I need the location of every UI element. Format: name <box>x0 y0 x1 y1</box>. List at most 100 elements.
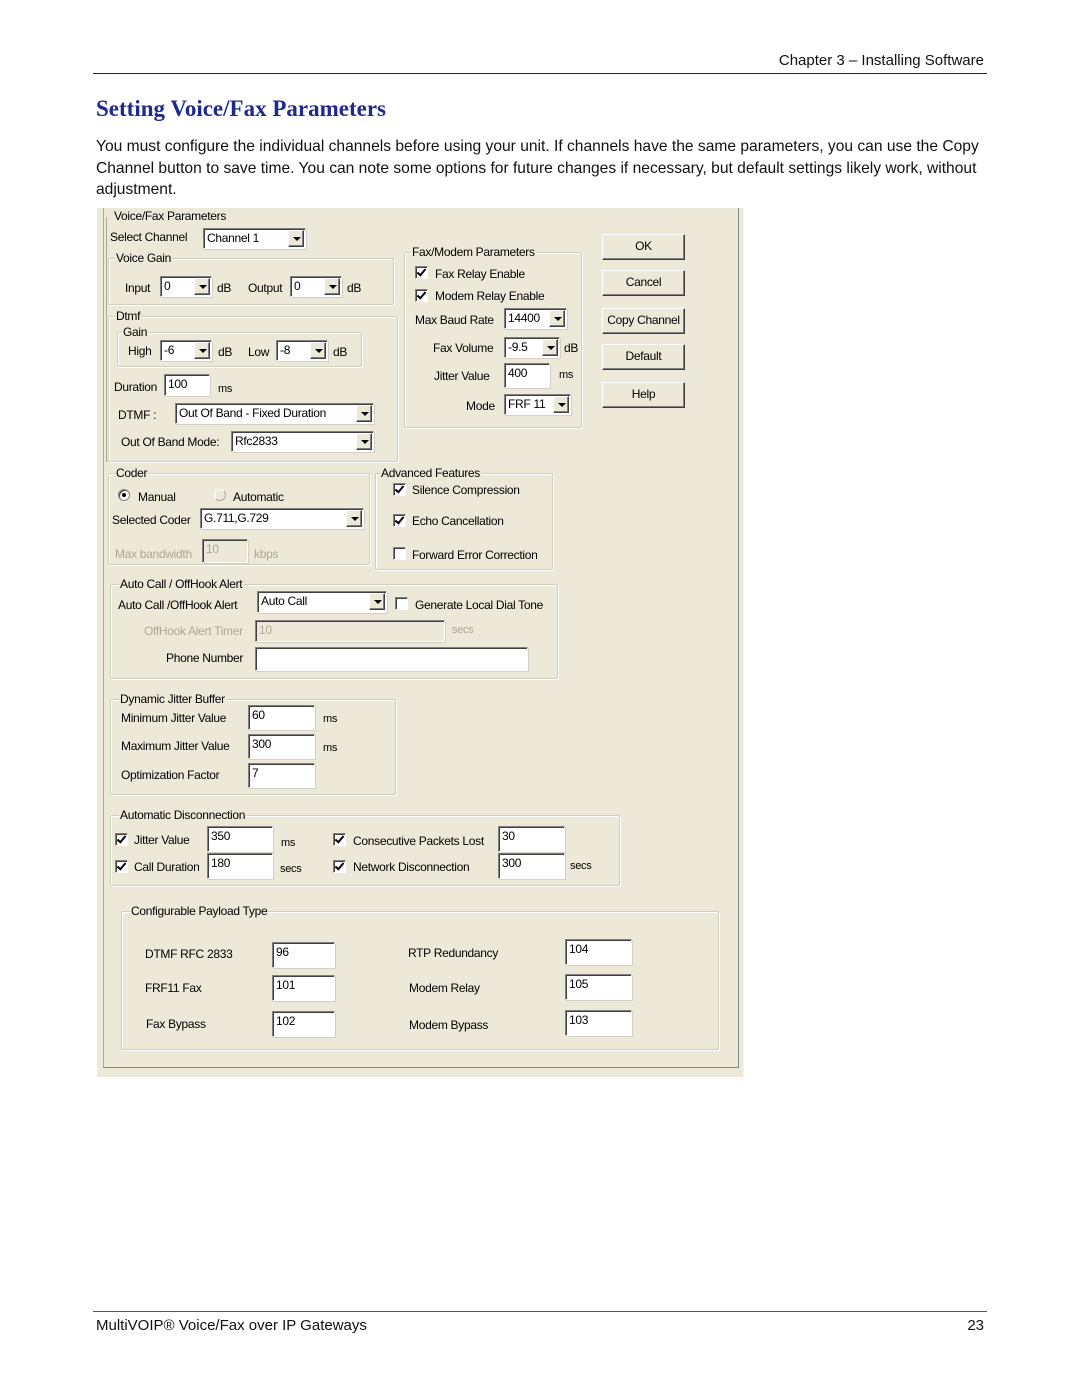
manual-radio[interactable] <box>118 489 130 501</box>
modem-bypass-label: Modem Bypass <box>409 1018 489 1032</box>
max-baud-value: 14400 <box>508 311 540 325</box>
input-gain-label: Input <box>125 281 151 295</box>
input-gain-value: 0 <box>164 279 171 293</box>
packets-lost-label: Consecutive Packets Lost <box>353 834 484 848</box>
frf11-fax-label: FRF11 Fax <box>145 981 202 995</box>
intro-paragraph: You must configure the individual channe… <box>96 138 979 198</box>
fec-checkbox[interactable] <box>393 547 406 560</box>
phone-number-field[interactable] <box>255 647 528 671</box>
packets-lost-field[interactable]: 30 <box>498 826 565 852</box>
low-gain-combo[interactable]: -8 <box>276 340 328 361</box>
network-disconnection-label: Network Disconnection <box>353 860 470 874</box>
offhook-timer-field[interactable]: 10 <box>255 620 445 642</box>
chevron-down-icon[interactable] <box>310 342 326 359</box>
chevron-down-icon[interactable] <box>288 230 304 247</box>
dial-tone-checkbox[interactable] <box>395 597 408 610</box>
help-button[interactable]: Help <box>602 382 685 408</box>
chevron-down-icon[interactable] <box>542 339 558 356</box>
output-gain-combo[interactable]: 0 <box>290 276 342 297</box>
chevron-down-icon[interactable] <box>553 396 569 413</box>
call-duration-field[interactable]: 180 <box>207 853 273 879</box>
selected-coder-label: Selected Coder <box>112 513 191 527</box>
auto-call-mode-combo[interactable]: Auto Call <box>257 591 387 613</box>
dtmf-rfc-field[interactable]: 96 <box>272 942 335 968</box>
select-channel-label: Select Channel <box>110 230 188 244</box>
silence-compression-checkbox[interactable] <box>393 483 406 496</box>
min-jitter-field[interactable]: 60 <box>248 705 315 730</box>
payload-type-title: Configurable Payload Type <box>130 904 269 918</box>
group-left-line <box>106 217 107 462</box>
duration-unit: ms <box>218 383 233 395</box>
chevron-down-icon[interactable] <box>194 342 210 359</box>
oob-mode-label: Out Of Band Mode: <box>121 435 220 449</box>
fax-volume-unit: dB <box>564 341 579 355</box>
modem-relay-payload-field[interactable]: 105 <box>565 974 632 1000</box>
echo-cancellation-checkbox[interactable] <box>393 514 406 527</box>
call-duration-checkbox[interactable] <box>115 860 128 873</box>
jitter-value-checkbox[interactable] <box>115 833 128 846</box>
optimization-factor-field[interactable]: 7 <box>248 763 315 788</box>
chevron-down-icon[interactable] <box>356 433 372 450</box>
copy-channel-button[interactable]: Copy Channel <box>602 308 685 334</box>
fax-jitter-label: Jitter Value <box>434 369 490 383</box>
chevron-down-icon[interactable] <box>356 405 372 422</box>
oob-mode-combo[interactable]: Rfc2833 <box>231 431 374 452</box>
auto-disconnect-title: Automatic Disconnection <box>119 808 247 822</box>
manual-label: Manual <box>138 490 176 504</box>
input-gain-combo[interactable]: 0 <box>160 276 212 297</box>
modem-relay-checkbox[interactable] <box>415 289 428 302</box>
fax-mode-label: Mode <box>466 399 495 413</box>
chevron-down-icon[interactable] <box>194 278 210 295</box>
chevron-down-icon[interactable] <box>369 593 385 610</box>
modem-bypass-field[interactable]: 103 <box>565 1010 632 1036</box>
modem-relay-label: Modem Relay Enable <box>435 289 545 303</box>
chevron-down-icon[interactable] <box>324 278 340 295</box>
cancel-button[interactable]: Cancel <box>602 270 685 296</box>
min-jitter-label: Minimum Jitter Value <box>121 711 227 725</box>
output-gain-value: 0 <box>294 279 301 293</box>
select-channel-combo[interactable]: Channel 1 <box>203 228 306 249</box>
max-bandwidth-field[interactable]: 10 <box>202 539 248 563</box>
dtmf-rfc-label: DTMF RFC 2833 <box>145 947 233 961</box>
phone-number-label: Phone Number <box>166 651 244 665</box>
fax-jitter-field[interactable]: 400 <box>504 363 550 388</box>
network-disconnection-field[interactable]: 300 <box>498 853 565 879</box>
output-gain-label: Output <box>248 281 283 295</box>
fax-volume-combo[interactable]: -9.5 <box>504 337 560 358</box>
max-jitter-field[interactable]: 300 <box>248 734 315 759</box>
jitter-value-label: Jitter Value <box>134 833 190 847</box>
selected-coder-combo[interactable]: G.711,G.729 <box>200 508 364 529</box>
max-jitter-label: Maximum Jitter Value <box>121 739 230 753</box>
auto-call-mode-value: Auto Call <box>261 594 307 608</box>
auto-call-mode-label: Auto Call /OffHook Alert <box>118 598 238 612</box>
chevron-down-icon[interactable] <box>346 510 362 527</box>
default-button[interactable]: Default <box>602 344 685 370</box>
fax-volume-label: Fax Volume <box>433 341 494 355</box>
select-channel-value: Channel 1 <box>207 231 260 245</box>
chapter-header: Chapter 3 – Installing Software <box>778 52 984 69</box>
max-jitter-unit: ms <box>323 742 338 754</box>
page-number: 23 <box>967 1317 984 1334</box>
low-gain-unit: dB <box>333 345 348 359</box>
high-gain-unit: dB <box>218 345 233 359</box>
packets-lost-checkbox[interactable] <box>333 833 346 846</box>
fax-mode-combo[interactable]: FRF 11 <box>504 394 571 415</box>
dtmf-gain-title: Gain <box>122 325 149 339</box>
output-gain-unit: dB <box>347 281 362 295</box>
fax-bypass-field[interactable]: 102 <box>272 1011 335 1037</box>
chevron-down-icon[interactable] <box>549 310 565 327</box>
automatic-label: Automatic <box>233 490 284 504</box>
max-baud-combo[interactable]: 14400 <box>504 308 567 329</box>
automatic-radio[interactable] <box>214 489 226 501</box>
high-gain-combo[interactable]: -6 <box>160 340 212 361</box>
fax-relay-checkbox[interactable] <box>415 266 428 279</box>
rtp-redundancy-field[interactable]: 104 <box>565 939 632 965</box>
fax-volume-value: -9.5 <box>508 340 528 354</box>
jitter-buffer-title: Dynamic Jitter Buffer <box>119 692 226 706</box>
frf11-fax-field[interactable]: 101 <box>272 975 335 1001</box>
dtmf-mode-combo[interactable]: Out Of Band - Fixed Duration <box>175 403 374 424</box>
ok-button[interactable]: OK <box>602 234 685 260</box>
jitter-value-field[interactable]: 350 <box>207 826 273 852</box>
network-disconnection-checkbox[interactable] <box>333 860 346 873</box>
duration-field[interactable]: 100 <box>164 374 210 396</box>
